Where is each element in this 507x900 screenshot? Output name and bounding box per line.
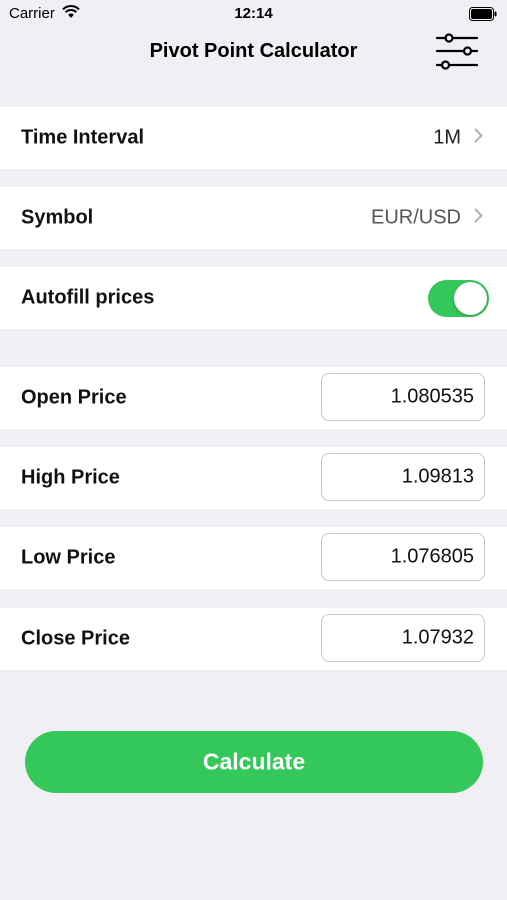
close-price-label: Close Price — [21, 627, 130, 650]
sliders-icon — [435, 33, 479, 70]
high-price-input[interactable]: 1.09813 — [321, 453, 485, 501]
calculate-button[interactable]: Calculate — [25, 731, 483, 793]
status-time: 12:14 — [234, 5, 273, 22]
symbol-label: Symbol — [21, 206, 94, 229]
low-price-value: 1.076805 — [390, 545, 474, 568]
settings-button[interactable] — [434, 29, 480, 75]
high-price-value: 1.09813 — [401, 465, 474, 488]
time-interval-label: Time Interval — [21, 126, 145, 149]
toggle-knob — [454, 282, 487, 315]
status-bar: Carrier 12:14 — [0, 0, 507, 28]
open-price-label: Open Price — [21, 386, 127, 409]
open-price-input[interactable]: 1.080535 — [321, 373, 485, 421]
symbol-value: EUR/USD — [370, 206, 461, 229]
low-price-input[interactable]: 1.076805 — [321, 533, 485, 581]
chevron-right-icon — [474, 128, 483, 148]
close-price-input[interactable]: 1.07932 — [321, 614, 485, 662]
autofill-row: Autofill prices — [0, 267, 507, 329]
time-interval-row[interactable]: Time Interval 1M — [0, 107, 507, 169]
low-price-label: Low Price — [21, 546, 116, 569]
open-price-value: 1.080535 — [390, 385, 474, 408]
close-price-row: Close Price 1.07932 — [0, 608, 507, 670]
time-interval-value: 1M — [433, 126, 461, 149]
high-price-row: High Price 1.09813 — [0, 447, 507, 509]
calculate-label: Calculate — [202, 748, 306, 775]
open-price-row: Open Price 1.080535 — [0, 367, 507, 429]
low-price-row: Low Price 1.076805 — [0, 527, 507, 589]
close-price-value: 1.07932 — [401, 626, 474, 649]
chevron-right-icon — [474, 208, 483, 228]
autofill-label: Autofill prices — [21, 286, 155, 309]
autofill-toggle[interactable] — [428, 280, 489, 317]
high-price-label: High Price — [21, 466, 120, 489]
symbol-row[interactable]: Symbol EUR/USD — [0, 187, 507, 249]
battery-icon — [469, 7, 497, 26]
page-title: Pivot Point Calculator — [149, 40, 358, 62]
